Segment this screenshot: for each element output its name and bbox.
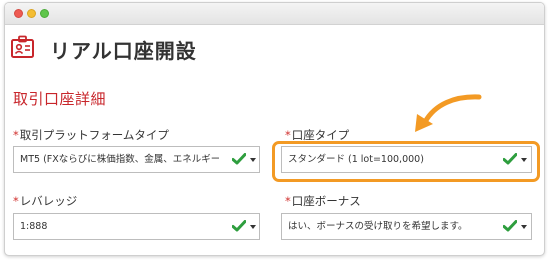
- window-zoom-button[interactable]: [40, 9, 49, 18]
- required-marker: *: [13, 194, 19, 208]
- page-title: リアル口座開設: [50, 39, 197, 63]
- required-marker: *: [285, 128, 291, 142]
- account-type-highlight: [272, 141, 540, 182]
- caret-down-icon: [250, 225, 256, 229]
- platform-select[interactable]: MT5 (FXならびに株価指数、金属、エネルギーのCFD): [13, 146, 260, 173]
- curved-arrow-icon: [415, 94, 482, 132]
- bonus-select[interactable]: はい、ボーナスの受け取りを希望します。: [281, 213, 532, 240]
- id-card-icon: [11, 35, 34, 58]
- leverage-label: *レバレッジ: [13, 193, 77, 209]
- account-type-label-text: 口座タイプ: [291, 128, 350, 142]
- leverage-select-value: 1:888: [20, 221, 48, 232]
- platform-label-text: 取引プラットフォームタイプ: [19, 128, 169, 142]
- required-marker: *: [285, 194, 291, 208]
- bonus-label-text: 口座ボーナス: [291, 194, 361, 208]
- window-close-button[interactable]: [14, 9, 23, 18]
- section-title: 取引口座詳細: [13, 90, 107, 108]
- leverage-select[interactable]: 1:888: [13, 213, 260, 240]
- bonus-label: *口座ボーナス: [285, 193, 361, 209]
- platform-label: *取引プラットフォームタイプ: [13, 127, 169, 143]
- leverage-label-text: レバレッジ: [19, 194, 78, 208]
- required-marker: *: [13, 128, 19, 142]
- checkmark-icon: [232, 220, 246, 232]
- window-titlebar: [5, 3, 544, 25]
- checkmark-icon: [232, 153, 246, 165]
- platform-select-value: MT5 (FXならびに株価指数、金属、エネルギーのCFD): [20, 154, 219, 165]
- bonus-select-value: はい、ボーナスの受け取りを希望します。: [288, 221, 468, 232]
- checkmark-icon: [503, 220, 517, 232]
- caret-down-icon: [521, 225, 527, 229]
- caret-down-icon: [250, 158, 256, 162]
- window-minimize-button[interactable]: [27, 9, 36, 18]
